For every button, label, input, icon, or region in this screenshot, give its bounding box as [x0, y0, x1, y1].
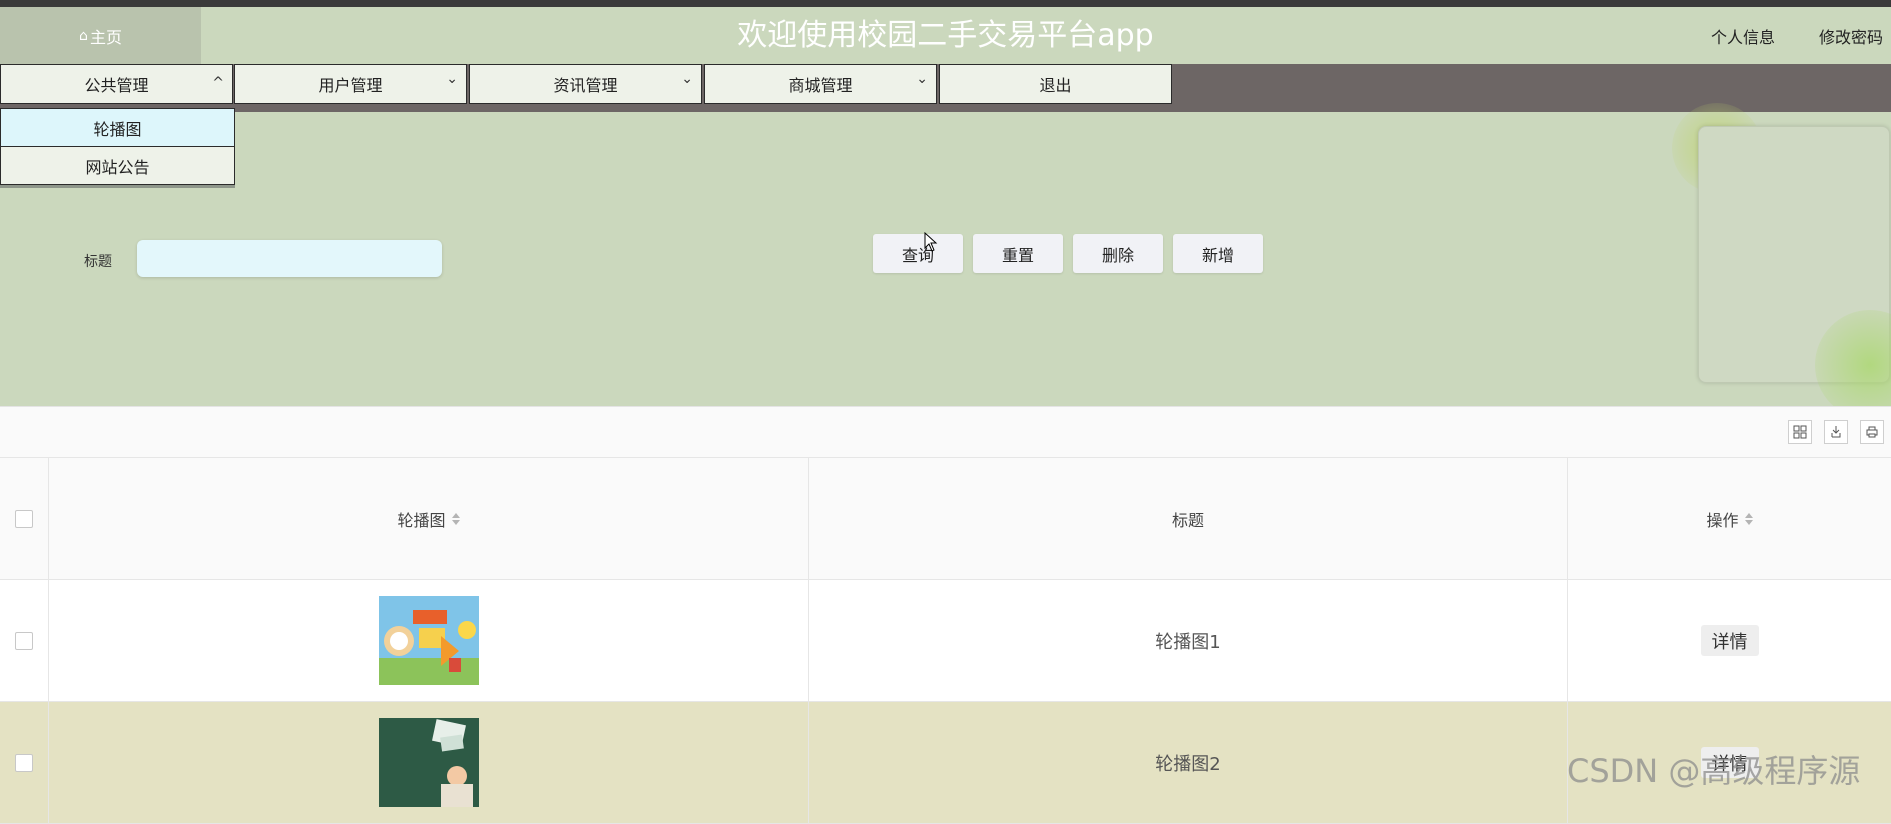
chevron-down-icon: ⌄: [681, 71, 693, 87]
row-image-cell: [49, 702, 809, 823]
row-checkbox-cell: [0, 702, 49, 823]
header-title-cell: 标题: [809, 458, 1568, 579]
profile-link[interactable]: 个人信息: [1711, 24, 1775, 48]
export-icon[interactable]: [1824, 420, 1848, 444]
nav-label: 商城管理: [788, 76, 853, 95]
dropdown-item-announcement[interactable]: 网站公告: [0, 146, 235, 185]
search-title-label: 标题: [84, 254, 112, 270]
row-title: 轮播图2: [1155, 753, 1221, 775]
header-links: 个人信息 修改密码: [1667, 7, 1883, 64]
change-password-link[interactable]: 修改密码: [1819, 24, 1883, 48]
public-management-dropdown: 轮播图 网站公告: [0, 108, 235, 188]
nav-logout[interactable]: 退出: [939, 64, 1172, 104]
carousel-thumbnail: [378, 596, 479, 685]
sort-icon[interactable]: [451, 512, 460, 525]
dropdown-shadow: [0, 185, 235, 188]
column-header-title: 标题: [1171, 510, 1204, 530]
delete-button[interactable]: 删除: [1073, 234, 1163, 273]
home-label: 主页: [89, 27, 122, 47]
reset-button[interactable]: 重置: [973, 234, 1063, 273]
header: ⌂ 主页 欢迎使用校园二手交易平台app 个人信息 修改密码: [0, 7, 1891, 64]
dropdown-item-carousel[interactable]: 轮播图: [0, 108, 235, 147]
columns-icon[interactable]: [1788, 420, 1812, 444]
detail-button[interactable]: 详情: [1700, 625, 1759, 656]
query-button[interactable]: 查询: [873, 234, 963, 273]
row-image-cell: [49, 580, 809, 701]
mouse-cursor-icon: [924, 232, 938, 252]
table-toolbar: [0, 407, 1891, 457]
nav-label: 公共管理: [84, 76, 149, 95]
header-operation-cell[interactable]: 操作: [1568, 458, 1891, 579]
nav-label: 资讯管理: [553, 76, 618, 95]
row-checkbox[interactable]: [15, 753, 33, 772]
data-table: 轮播图 标题 操作 轮播图1 详情 轮播图2 详情: [0, 406, 1891, 824]
row-operation-cell: 详情: [1568, 702, 1891, 823]
sort-icon[interactable]: [1744, 512, 1753, 525]
chevron-down-icon: ⌄: [916, 71, 928, 87]
column-header-operation: 操作: [1706, 510, 1739, 530]
column-header-image: 轮播图: [397, 510, 446, 530]
nav-news-management[interactable]: 资讯管理 ⌄: [469, 64, 702, 104]
nav-label: 退出: [1039, 76, 1072, 95]
row-checkbox[interactable]: [15, 631, 33, 650]
row-title-cell: 轮播图2: [809, 702, 1568, 823]
print-icon[interactable]: [1860, 420, 1884, 444]
table-row: 轮播图1 详情: [0, 580, 1891, 702]
detail-button[interactable]: 详情: [1700, 747, 1759, 778]
carousel-thumbnail: [378, 718, 479, 807]
table-header: 轮播图 标题 操作: [0, 457, 1891, 580]
header-checkbox-cell: [0, 458, 49, 579]
nav-shop-management[interactable]: 商城管理 ⌄: [704, 64, 937, 104]
nav-user-management[interactable]: 用户管理 ⌄: [234, 64, 467, 104]
nav-public-management[interactable]: 公共管理 ^: [0, 64, 233, 104]
row-operation-cell: 详情: [1568, 580, 1891, 701]
header-image-cell[interactable]: 轮播图: [49, 458, 809, 579]
table-row: 轮播图2 详情: [0, 702, 1891, 824]
row-title-cell: 轮播图1: [809, 580, 1568, 701]
search-title-input[interactable]: [137, 240, 442, 277]
row-title: 轮播图1: [1155, 631, 1221, 653]
select-all-checkbox[interactable]: [15, 509, 33, 528]
add-button[interactable]: 新增: [1173, 234, 1263, 273]
top-border: [0, 0, 1891, 7]
home-tab[interactable]: ⌂ 主页: [0, 7, 201, 64]
row-checkbox-cell: [0, 580, 49, 701]
chevron-down-icon: ⌄: [446, 71, 458, 87]
home-icon: ⌂: [79, 27, 88, 44]
chevron-up-icon: ^: [212, 75, 224, 91]
site-title: 欢迎使用校园二手交易平台app: [737, 18, 1154, 53]
main-nav: 公共管理 ^ 用户管理 ⌄ 资讯管理 ⌄ 商城管理 ⌄ 退出: [0, 64, 1891, 112]
nav-label: 用户管理: [318, 76, 383, 95]
